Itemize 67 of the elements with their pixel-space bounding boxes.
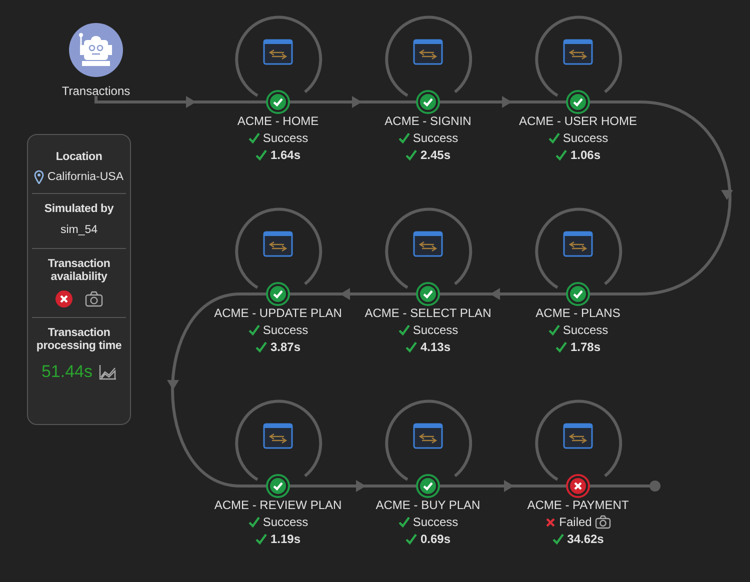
step-status: Failed — [559, 515, 592, 529]
check-icon — [398, 132, 410, 144]
step-name: ACME - BUY PLAN — [376, 498, 480, 512]
step-name: ACME - PAYMENT — [527, 498, 629, 512]
camera-icon — [594, 515, 611, 529]
location-pin-icon — [34, 170, 44, 184]
step-status: Success — [262, 323, 308, 337]
step-time: 1.64s — [270, 148, 301, 162]
check-icon — [405, 149, 418, 161]
check-icon — [555, 341, 568, 353]
step-status: Success — [262, 515, 308, 529]
info-value: California-USA — [47, 170, 124, 184]
check-icon — [398, 516, 410, 528]
step-time: 4.13s — [420, 340, 451, 354]
browser-icon — [563, 39, 593, 65]
browser-icon — [263, 39, 293, 65]
step-time: 1.19s — [270, 532, 301, 546]
check-icon — [552, 533, 564, 545]
step-name: ACME - SIGNIN — [384, 114, 472, 128]
info-label: Simulated by — [44, 203, 114, 216]
step-name: ACME - PLANS — [536, 306, 620, 320]
check-icon — [555, 149, 568, 161]
check-icon — [255, 533, 268, 545]
step-time: 1.06s — [570, 148, 601, 162]
step-status: Success — [562, 131, 608, 145]
browser-icon — [413, 423, 443, 449]
check-icon — [548, 324, 560, 336]
check-icon — [548, 132, 560, 144]
step-name: ACME - SELECT PLAN — [364, 306, 492, 320]
processing-time: 51.44s — [41, 361, 93, 384]
info-label: Transaction processing time — [35, 327, 123, 354]
step-time: 0.69s — [420, 532, 451, 546]
info-value: sim_54 — [60, 223, 98, 238]
step-status: Success — [412, 515, 458, 529]
source-label: Transactions — [62, 83, 130, 100]
step-status: Success — [562, 323, 608, 337]
browser-icon — [413, 231, 443, 257]
check-icon — [405, 533, 418, 545]
step-name: ACME - UPDATE PLAN — [214, 306, 342, 320]
browser-icon — [413, 39, 443, 65]
step-name: ACME - HOME — [237, 114, 319, 128]
step-status: Success — [412, 131, 458, 145]
step-name: ACME - USER HOME — [518, 114, 637, 128]
robot-icon — [68, 22, 124, 78]
info-label: Transaction availability — [46, 258, 112, 284]
check-icon — [398, 324, 410, 336]
step-name: ACME - REVIEW PLAN — [214, 498, 342, 512]
step-status: Success — [262, 131, 308, 145]
browser-icon — [563, 231, 593, 257]
browser-icon — [563, 423, 593, 449]
step-status: Success — [412, 323, 458, 337]
check-icon — [248, 132, 260, 144]
check-icon — [405, 341, 418, 353]
step-time: 34.62s — [567, 532, 604, 546]
browser-icon — [263, 423, 293, 449]
step-time: 2.45s — [420, 148, 451, 162]
trend-chart-icon[interactable] — [98, 364, 117, 380]
info-label: Location — [56, 151, 102, 164]
check-icon — [255, 341, 268, 353]
camera-icon[interactable] — [85, 291, 103, 308]
check-icon — [248, 324, 260, 336]
check-icon — [248, 516, 260, 528]
browser-icon — [263, 231, 293, 257]
check-icon — [255, 149, 268, 161]
step-time: 3.87s — [270, 340, 301, 354]
step-time: 1.78s — [570, 340, 601, 354]
x-icon — [545, 516, 556, 528]
